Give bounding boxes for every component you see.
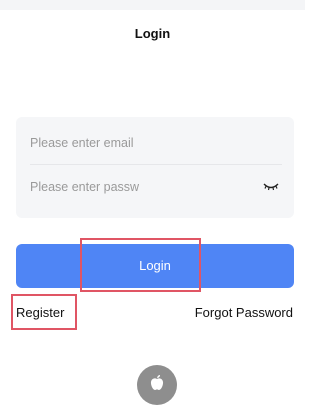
eye-closed-icon[interactable]	[260, 176, 282, 198]
email-field-wrapper	[30, 128, 282, 158]
password-field[interactable]	[30, 172, 150, 202]
login-form	[16, 117, 294, 218]
password-field-wrapper	[30, 172, 282, 202]
login-screen: Login Login Register Forgot Password	[0, 0, 305, 406]
apple-icon	[149, 374, 165, 397]
login-button[interactable]: Login	[16, 244, 294, 288]
page-title: Login	[134, 26, 171, 41]
email-field[interactable]	[30, 128, 282, 158]
forgot-password-link[interactable]: Forgot Password	[195, 305, 293, 320]
register-link[interactable]: Register	[16, 305, 64, 320]
field-divider	[30, 164, 282, 165]
status-bar	[0, 0, 305, 10]
apple-login-button[interactable]	[137, 365, 177, 405]
